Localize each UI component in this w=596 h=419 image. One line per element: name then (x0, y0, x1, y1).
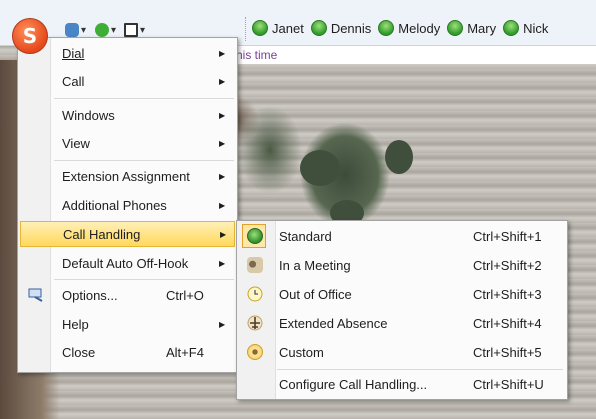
menu-separator (54, 279, 234, 280)
submenu-item-label: Extended Absence (279, 315, 388, 331)
submenu-arrow-icon: ▶ (219, 110, 226, 120)
submenu-arrow-icon: ▶ (219, 48, 226, 58)
menu-separator (277, 369, 563, 370)
submenu-item-label: Custom (279, 344, 324, 360)
menu-item-options[interactable]: Options... Ctrl+O (20, 282, 235, 308)
menu-item-shortcut: Alt+F4 (166, 344, 204, 360)
app-menu-button[interactable]: S (12, 18, 48, 54)
menu-item-help[interactable]: Help ▶ (20, 311, 235, 337)
menu-item-shortcut: Ctrl+O (166, 287, 204, 303)
menu-item-call[interactable]: Call ▶ (20, 68, 235, 94)
contact-name: Nick (523, 20, 549, 36)
contact-name: Mary (467, 20, 497, 36)
submenu-item-label: Configure Call Handling... (279, 376, 428, 392)
speed-dial-contacts: Janet Dennis Melody Mary Nick (252, 20, 548, 36)
clock-icon (247, 286, 263, 302)
contact-nick[interactable]: Nick (503, 20, 548, 36)
menu-item-label: Close (62, 344, 96, 360)
people-icon (65, 23, 79, 37)
contact-person-icon (503, 20, 520, 36)
meeting-icon (247, 257, 263, 273)
menu-item-dial[interactable]: Dial ▶ (20, 40, 235, 66)
submenu-item-label: Out of Office (279, 286, 352, 302)
submenu-item-shortcut: Ctrl+Shift+1 (473, 228, 542, 244)
menu-item-label: Options... (62, 287, 118, 303)
background-foliage (300, 150, 340, 186)
submenu-item-label: In a Meeting (279, 257, 351, 273)
menu-item-label: Windows (62, 107, 115, 123)
menu-item-additional-phones[interactable]: Additional Phones ▶ (20, 192, 235, 218)
standard-status-icon (247, 228, 263, 244)
submenu-item-shortcut: Ctrl+Shift+3 (473, 286, 542, 302)
status-icon (95, 23, 109, 37)
contact-mary[interactable]: Mary (447, 20, 496, 36)
contact-name: Melody (398, 20, 441, 36)
submenu-item-custom[interactable]: Custom Ctrl+Shift+5 (239, 339, 565, 365)
menu-item-label: Default Auto Off-Hook (62, 255, 189, 271)
submenu-arrow-icon: ▶ (219, 258, 226, 268)
menu-item-close[interactable]: Close Alt+F4 (20, 339, 235, 365)
custom-icon (247, 344, 263, 360)
contact-person-icon (310, 20, 327, 36)
contact-person-icon (252, 20, 268, 36)
submenu-item-in-a-meeting[interactable]: In a Meeting Ctrl+Shift+2 (239, 252, 565, 278)
window-icon (124, 23, 138, 37)
submenu-item-shortcut: Ctrl+Shift+2 (473, 257, 542, 273)
submenu-arrow-icon: ▶ (219, 76, 226, 86)
contact-name: Dennis (330, 20, 372, 36)
menu-separator (54, 160, 234, 161)
call-handling-submenu: Standard Ctrl+Shift+1 In a Meeting Ctrl+… (236, 220, 568, 400)
submenu-item-shortcut: Ctrl+Shift+5 (473, 344, 542, 360)
contact-janet[interactable]: Janet (252, 20, 304, 36)
submenu-item-shortcut: Ctrl+Shift+U (473, 376, 544, 392)
status-text: his time (236, 48, 278, 62)
menu-separator (54, 98, 234, 99)
contact-person-icon (447, 20, 464, 36)
submenu-item-configure-call-handling[interactable]: Configure Call Handling... Ctrl+Shift+U (239, 371, 565, 397)
menu-item-label: Dial (62, 45, 85, 61)
menu-item-windows[interactable]: Windows ▶ (20, 102, 235, 128)
chevron-down-icon: ▾ (140, 24, 146, 36)
menu-item-label: Call Handling (63, 226, 141, 242)
contact-melody[interactable]: Melody (378, 20, 440, 36)
menu-item-extension-assignment[interactable]: Extension Assignment ▶ (20, 163, 235, 189)
menu-item-view[interactable]: View ▶ (20, 130, 235, 156)
submenu-arrow-icon: ▶ (219, 171, 226, 181)
main-menu: Dial ▶ Call ▶ Windows ▶ View ▶ Extension… (17, 37, 238, 373)
contact-dennis[interactable]: Dennis (310, 20, 372, 36)
menu-item-label: View (62, 135, 90, 151)
menu-item-call-handling[interactable]: Call Handling ▶ (20, 221, 235, 247)
contact-name: Janet (272, 20, 304, 36)
contact-person-icon (378, 20, 395, 36)
submenu-item-out-of-office[interactable]: Out of Office Ctrl+Shift+3 (239, 281, 565, 307)
airplane-icon (247, 315, 263, 331)
menu-item-label: Extension Assignment (62, 168, 190, 184)
submenu-arrow-icon: ▶ (219, 200, 226, 210)
app-logo-icon: S (22, 24, 38, 48)
submenu-item-label: Standard (279, 228, 332, 244)
menu-item-label: Help (62, 316, 89, 332)
submenu-item-shortcut: Ctrl+Shift+4 (473, 315, 542, 331)
options-icon (28, 288, 43, 302)
menu-item-default-auto-off-hook[interactable]: Default Auto Off-Hook ▶ (20, 250, 235, 276)
chevron-down-icon: ▾ (111, 24, 117, 36)
submenu-item-standard[interactable]: Standard Ctrl+Shift+1 (239, 223, 565, 249)
submenu-arrow-icon: ▶ (219, 138, 226, 148)
toolbar-separator (245, 17, 247, 41)
menu-item-label: Additional Phones (62, 197, 167, 213)
menu-item-label: Call (62, 73, 85, 89)
background-foliage (385, 140, 413, 174)
chevron-down-icon: ▾ (81, 24, 87, 36)
submenu-arrow-icon: ▶ (220, 229, 227, 239)
submenu-item-extended-absence[interactable]: Extended Absence Ctrl+Shift+4 (239, 310, 565, 336)
submenu-arrow-icon: ▶ (219, 319, 226, 329)
